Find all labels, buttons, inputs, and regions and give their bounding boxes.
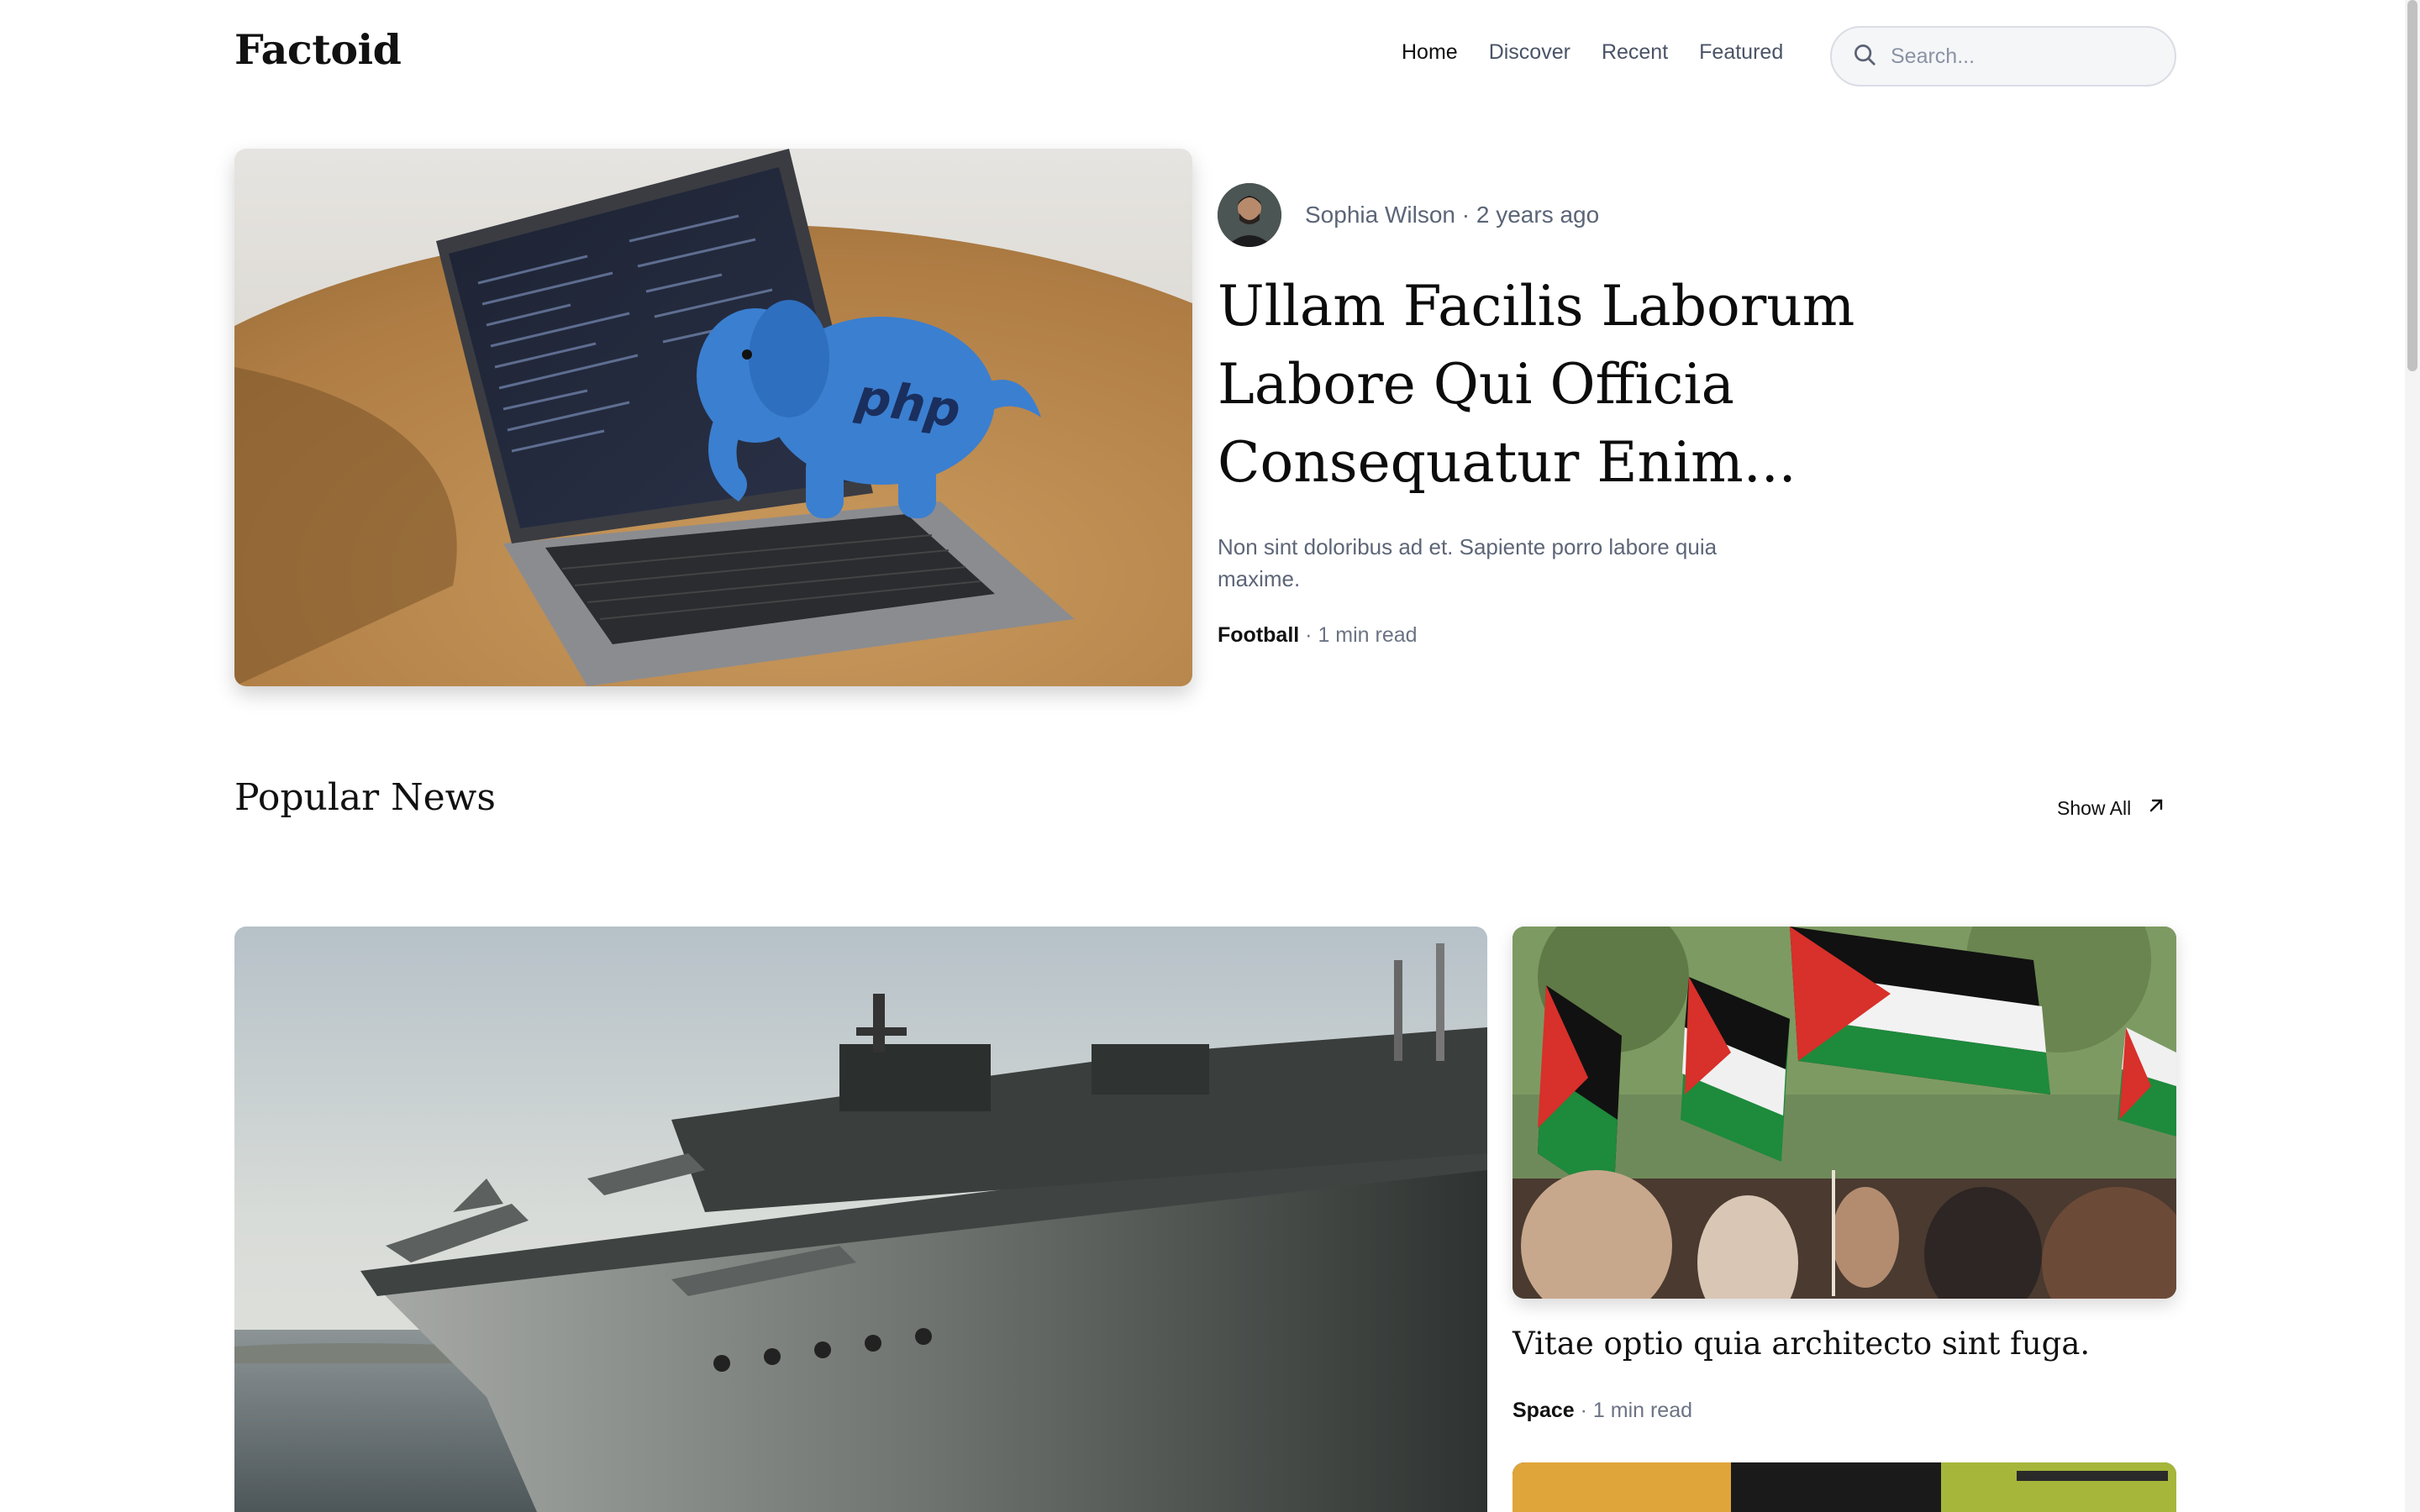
- author-name[interactable]: Sophia Wilson: [1305, 202, 1455, 228]
- news-card-image[interactable]: [1512, 927, 2176, 1299]
- featured-news-image[interactable]: [234, 927, 1487, 1512]
- nav-item-home[interactable]: Home: [1402, 40, 1458, 65]
- scrollbar-thumb[interactable]: [2407, 0, 2417, 371]
- category-link[interactable]: Space: [1512, 1399, 1575, 1422]
- site-logo[interactable]: Factoid: [234, 25, 402, 74]
- nav-item-featured[interactable]: Featured: [1699, 40, 1783, 65]
- news-card-title[interactable]: Vitae optio quia architecto sint fuga.: [1512, 1326, 2176, 1362]
- search-box[interactable]: [1830, 26, 2176, 87]
- post-time: 2 years ago: [1476, 202, 1600, 228]
- hero-meta: Football · 1 min read: [1218, 623, 1418, 648]
- arrow-up-right-icon: [2146, 795, 2166, 821]
- show-all-link[interactable]: Show All: [2057, 795, 2166, 821]
- read-time: 1 min read: [1592, 1399, 1693, 1422]
- hero-byline: Sophia Wilson · 2 years ago: [1305, 202, 1599, 228]
- read-time: 1 min read: [1318, 623, 1418, 647]
- news-card-image[interactable]: [1512, 1462, 2176, 1512]
- meta-separator: ·: [1305, 623, 1313, 647]
- protest-flags-image: [1512, 927, 2176, 1299]
- news-card-meta: Space · 1 min read: [1512, 1399, 1692, 1423]
- nav-item-discover[interactable]: Discover: [1489, 40, 1570, 65]
- show-all-label: Show All: [2057, 796, 2132, 819]
- hero-image[interactable]: php: [234, 149, 1192, 686]
- meta-separator: ·: [1580, 1399, 1587, 1422]
- nav-item-recent[interactable]: Recent: [1602, 40, 1668, 65]
- laptop-php-elephant-image: php: [234, 149, 1192, 686]
- aircraft-carrier-image: [234, 927, 1487, 1512]
- hero-excerpt: Non sint doloribus ad et. Sapiente porro…: [1218, 534, 1718, 591]
- phone-screen-image: [1512, 1462, 2176, 1512]
- category-link[interactable]: Football: [1218, 623, 1299, 647]
- search-icon: [1852, 42, 1877, 71]
- main-nav: Home Discover Recent Featured: [1402, 40, 1783, 65]
- section-title-popular-news: Popular News: [234, 776, 496, 819]
- author-avatar[interactable]: [1218, 183, 1281, 247]
- search-input[interactable]: [1889, 43, 2158, 70]
- hero-title[interactable]: Ullam Facilis Laborum Labore Qui Officia…: [1218, 267, 1856, 501]
- byline-separator: ·: [1461, 202, 1470, 228]
- scrollbar[interactable]: [2405, 0, 2420, 1512]
